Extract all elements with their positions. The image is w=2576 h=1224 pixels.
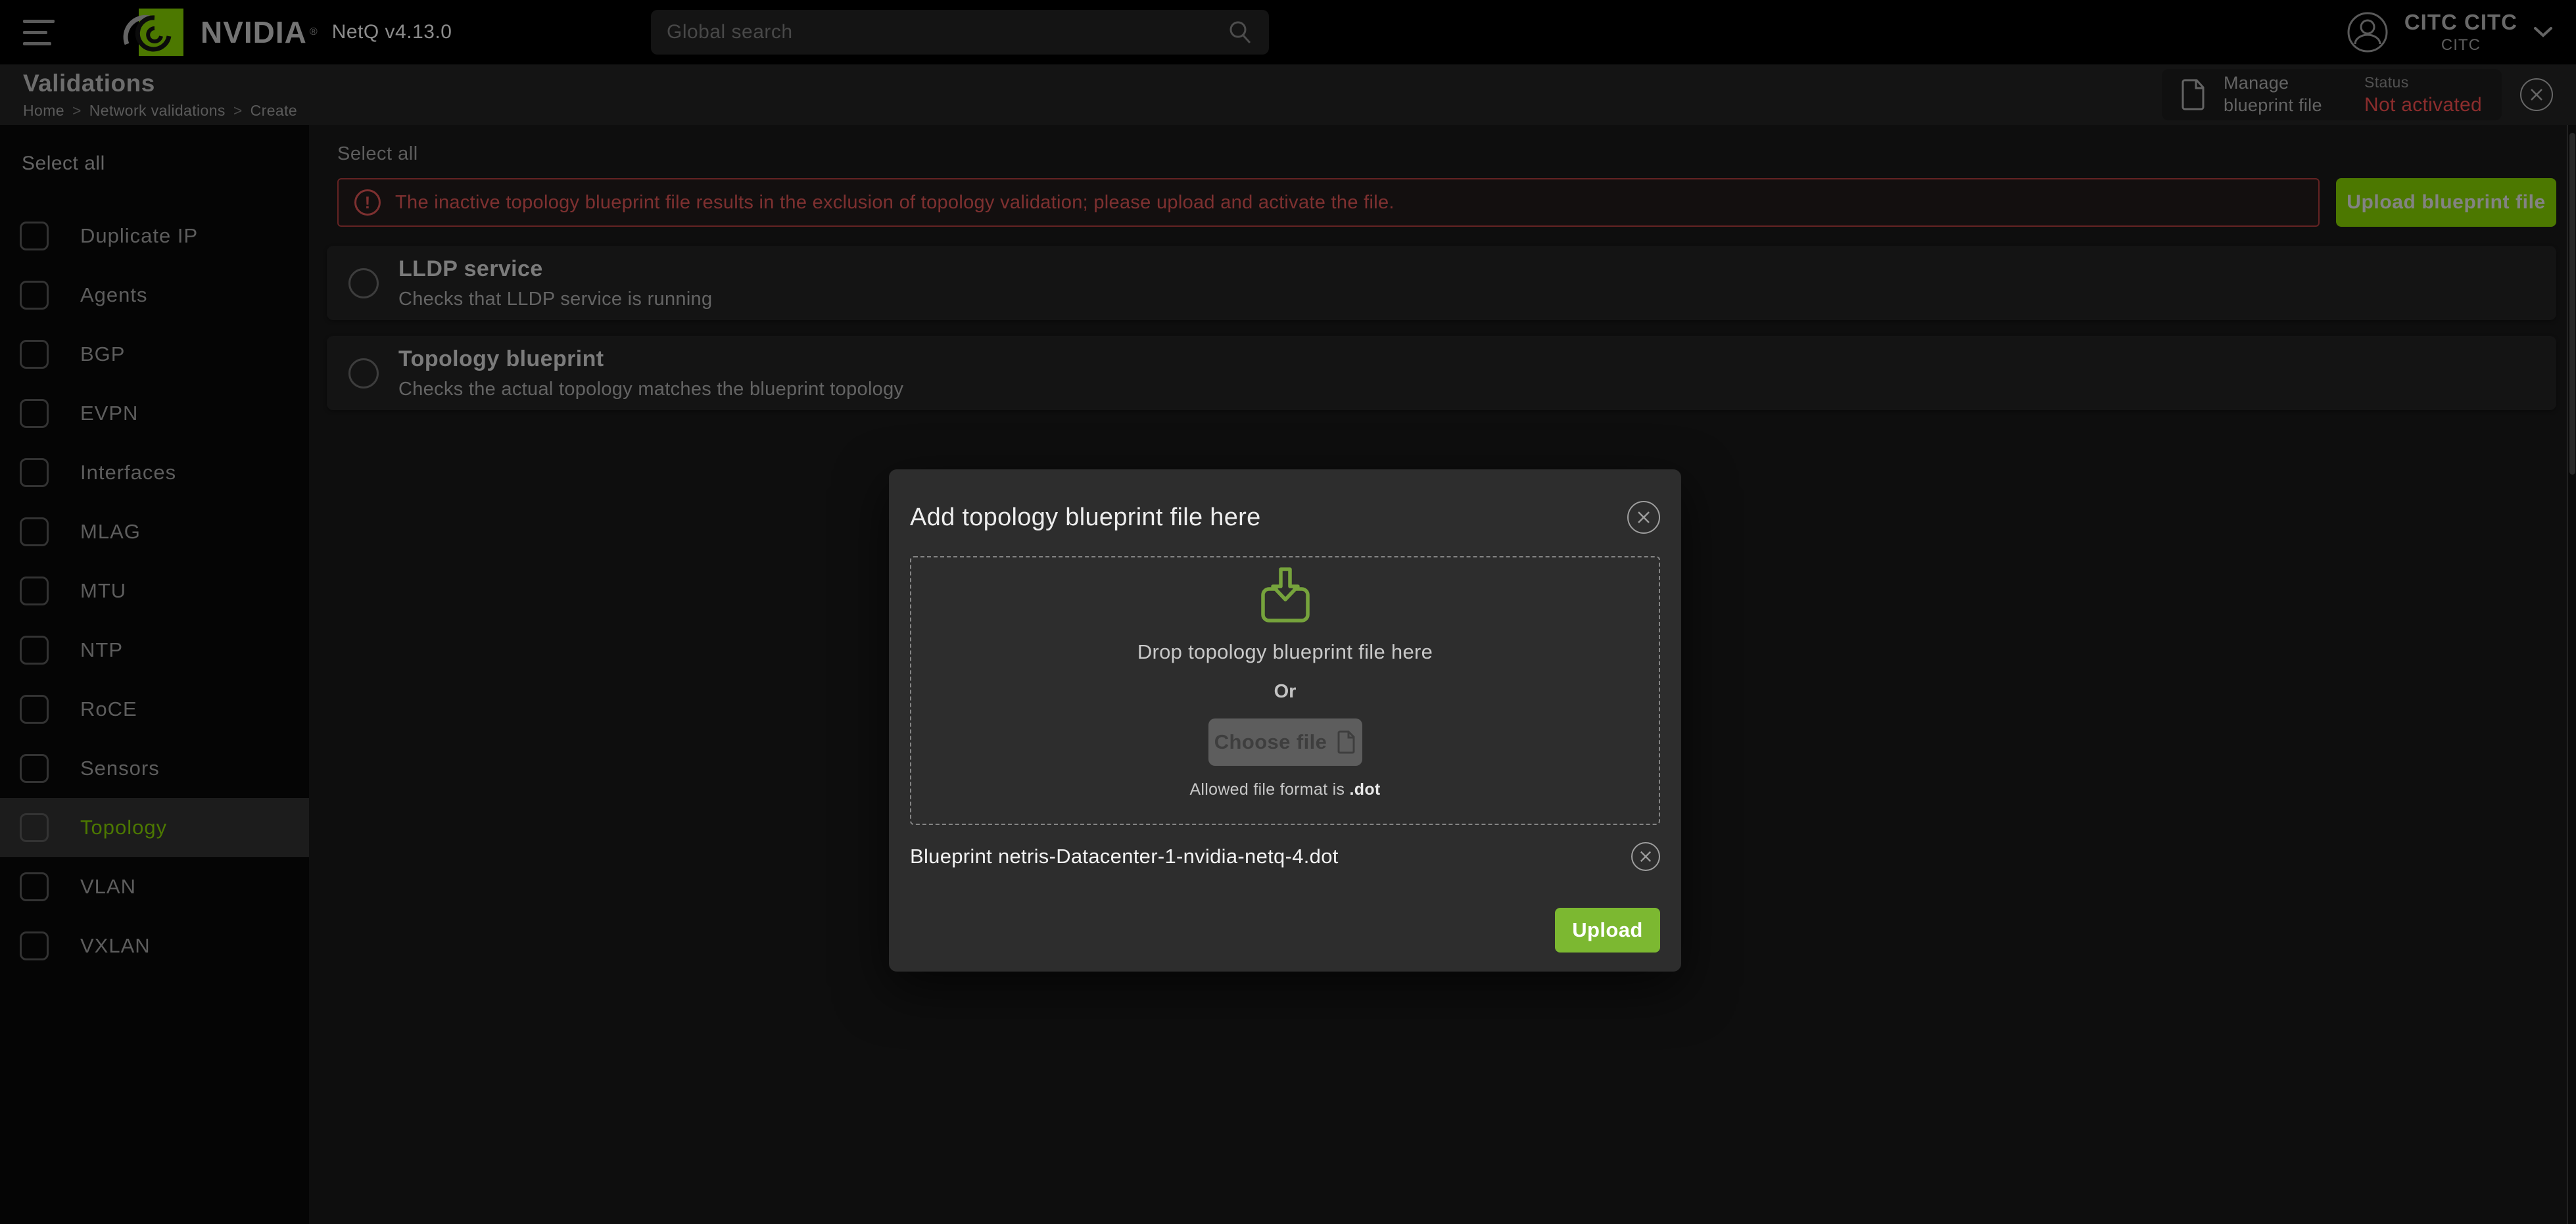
or-text: Or — [1274, 681, 1297, 703]
selected-file-row: Blueprint netris-Datacenter-1-nvidia-net… — [910, 842, 1660, 871]
allowed-format-text: Allowed file format is .dot — [1189, 780, 1380, 799]
file-drop-zone[interactable]: Drop topology blueprint file here Or Cho… — [910, 556, 1660, 825]
modal-title: Add topology blueprint file here — [910, 504, 1261, 532]
drop-zone-text: Drop topology blueprint file here — [1137, 640, 1433, 664]
upload-blueprint-modal: Add topology blueprint file here Drop to… — [889, 469, 1681, 972]
modal-close-icon[interactable] — [1627, 501, 1660, 534]
remove-file-icon[interactable] — [1631, 842, 1660, 871]
file-icon — [1337, 730, 1356, 754]
allowed-extension: .dot — [1350, 780, 1381, 799]
netq-app: NVIDIA® NetQ v4.13.0 CITC CITC CITC — [0, 0, 2576, 1224]
drop-upload-icon — [1251, 567, 1320, 624]
selected-file-name: Blueprint netris-Datacenter-1-nvidia-net… — [910, 845, 1339, 868]
modal-actions: Upload — [910, 908, 1660, 953]
upload-button[interactable]: Upload — [1555, 908, 1660, 953]
choose-file-button[interactable]: Choose file — [1208, 718, 1362, 766]
modal-header: Add topology blueprint file here — [910, 469, 1660, 534]
